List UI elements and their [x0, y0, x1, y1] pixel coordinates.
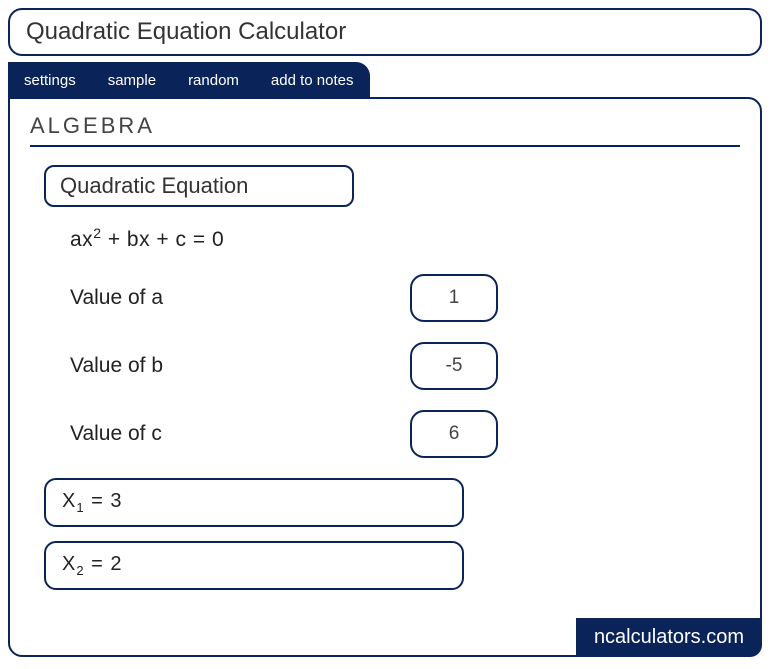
tab-random[interactable]: random — [172, 62, 255, 99]
tab-sample[interactable]: sample — [92, 62, 172, 99]
result-x2-var: X — [62, 553, 76, 575]
input-a[interactable]: 1 — [410, 274, 498, 322]
input-b[interactable]: -5 — [410, 342, 498, 390]
input-row-c: Value of c 6 — [70, 410, 740, 458]
category-label: ALGEBRA — [30, 113, 740, 147]
result-x1-var: X — [62, 490, 76, 512]
main-panel: ALGEBRA Quadratic Equation ax2 + bx + c … — [8, 97, 762, 657]
result-x2-value: = 2 — [85, 553, 123, 575]
label-a: Value of a — [70, 286, 410, 310]
input-row-a: Value of a 1 — [70, 274, 740, 322]
result-x1-sub: 1 — [76, 500, 84, 515]
equation-formula: ax2 + bx + c = 0 — [70, 225, 740, 252]
label-b: Value of b — [70, 354, 410, 378]
input-c[interactable]: 6 — [410, 410, 498, 458]
result-x1-value: = 3 — [85, 490, 123, 512]
tab-settings[interactable]: settings — [8, 62, 92, 99]
formula-part-rest: + bx + c = 0 — [101, 228, 224, 251]
label-c: Value of c — [70, 422, 410, 446]
tab-bar: settings sample random add to notes — [8, 62, 370, 99]
app-title: Quadratic Equation Calculator — [8, 8, 762, 56]
brand-badge: ncalculators.com — [576, 618, 762, 657]
formula-part-a: ax — [70, 228, 93, 251]
section-title: Quadratic Equation — [44, 165, 354, 207]
result-x1: X1 = 3 — [44, 478, 464, 527]
input-row-b: Value of b -5 — [70, 342, 740, 390]
result-x2-sub: 2 — [76, 563, 84, 578]
result-x2: X2 = 2 — [44, 541, 464, 590]
tab-add-to-notes[interactable]: add to notes — [255, 62, 370, 99]
